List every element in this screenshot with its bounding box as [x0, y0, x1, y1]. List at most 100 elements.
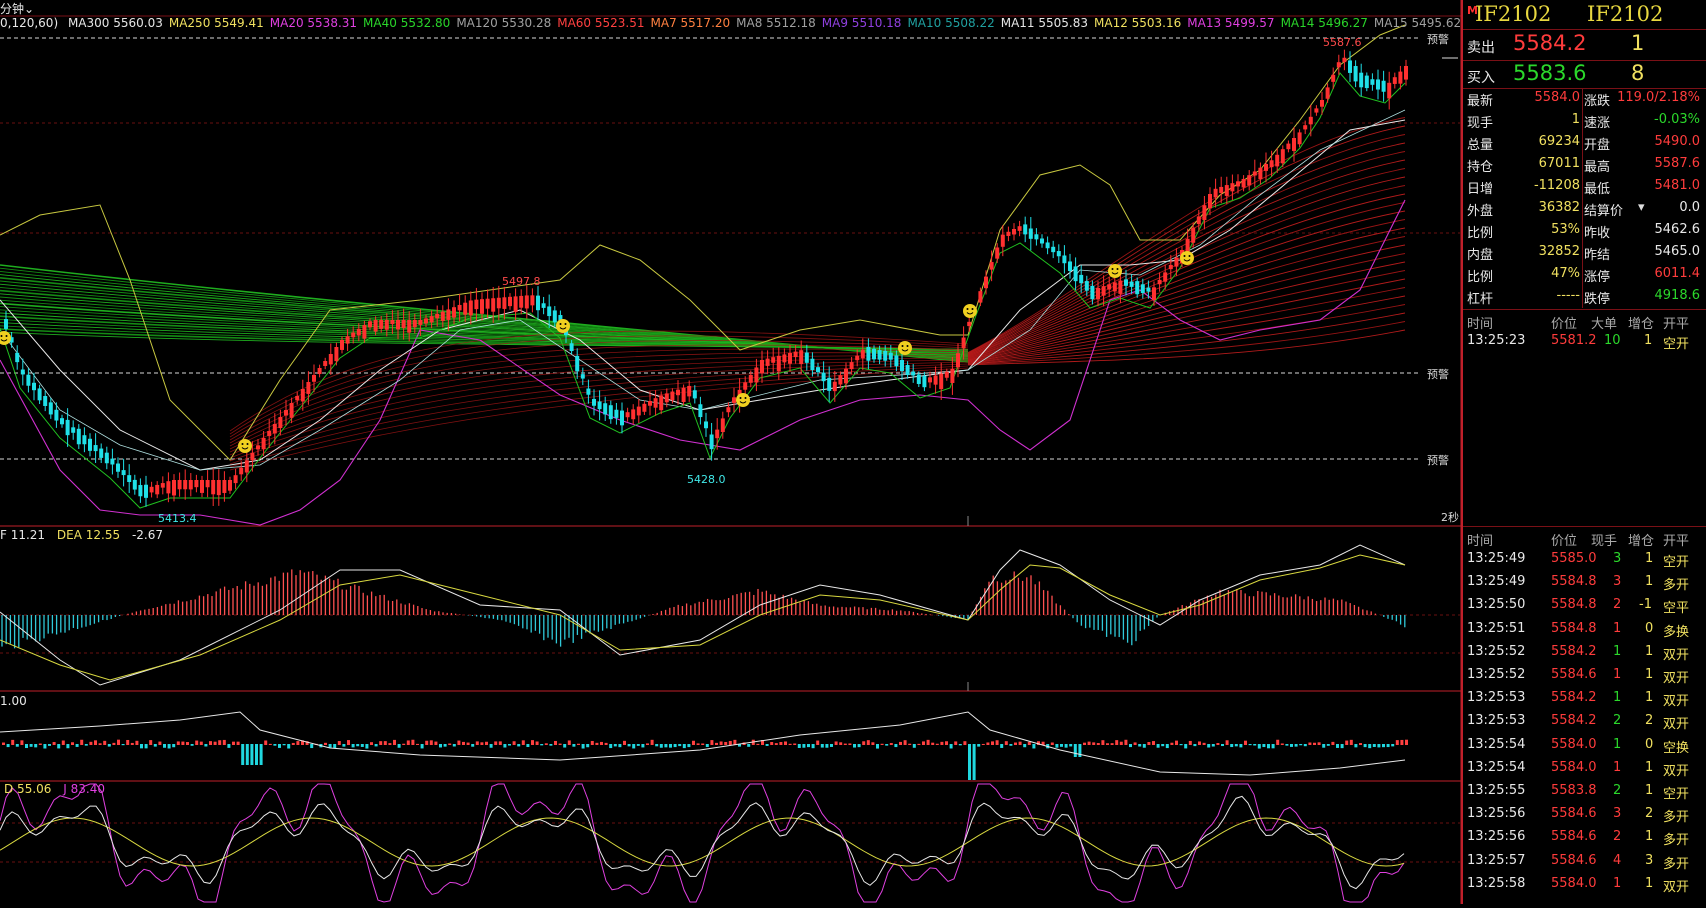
tick-time: 13:25:53 — [1467, 713, 1526, 729]
period-selector[interactable]: 分钟⌄ — [0, 0, 34, 17]
tick-hand: 3 — [1613, 551, 1622, 566]
tick-row[interactable]: 13:25:49 5585.0 3 1 空开 — [1463, 549, 1706, 570]
tick-price: 5584.2 — [1551, 643, 1597, 659]
tick-price: 5584.8 — [1551, 597, 1597, 613]
smiley-signal-icon[interactable] — [556, 319, 570, 333]
tick-type: 多开 — [1663, 578, 1690, 594]
candlesticks[interactable] — [4, 49, 1408, 507]
ma-ribbon-red — [229, 117, 1406, 471]
tick-row[interactable]: 13:25:53 5584.2 1 1 双开 — [1463, 688, 1706, 709]
tick-time: 13:25:57 — [1467, 852, 1526, 868]
tick-hand: 1 — [1613, 875, 1622, 891]
tick-row[interactable]: 13:25:58 5584.0 1 1 双开 — [1463, 874, 1706, 895]
tick-hand: 1 — [1613, 667, 1622, 682]
caret-down-icon[interactable]: ▾ — [1638, 200, 1645, 215]
tick-row[interactable]: 13:25:54 5584.0 1 1 双开 — [1463, 758, 1706, 779]
tick-hand: 2 — [1613, 783, 1622, 798]
tick-row[interactable]: 13:25:50 5584.8 2 -1 空平 — [1463, 595, 1706, 616]
ma-legend-item: MA300 5560.03 — [67, 16, 163, 30]
stat-value: 47% — [1551, 266, 1580, 281]
stat-value-2: 119.0/2.18% — [1617, 90, 1700, 105]
alert-label-3[interactable]: 预警 — [1427, 453, 1449, 467]
tick-row[interactable]: 13:25:51 5584.8 1 0 多换 — [1463, 619, 1706, 640]
tick-row[interactable]: 13:25:56 5584.6 3 2 多开 — [1463, 804, 1706, 825]
contract-code[interactable]: IF2102 — [1475, 2, 1551, 26]
tick-row[interactable]: 13:25:52 5584.6 1 1 双开 — [1463, 665, 1706, 686]
tick-type: 空平 — [1663, 601, 1690, 617]
tick-price: 5584.0 — [1551, 736, 1597, 752]
tick-row[interactable]: 13:25:56 5584.6 2 1 多开 — [1463, 827, 1706, 848]
stat-label: 总量 — [1467, 138, 1494, 153]
col-time: 时间 — [1467, 317, 1494, 332]
stat-label: 日增 — [1467, 182, 1494, 197]
tick-hand: 3 — [1613, 806, 1622, 822]
col-inc: 增仓 — [1628, 317, 1655, 332]
ma-legend-item: MA120 5530.28 — [456, 16, 552, 30]
bid-price[interactable]: 5583.6 — [1513, 61, 1586, 85]
tick-type: 多换 — [1663, 624, 1690, 640]
alert-label-1[interactable]: 预警 — [1427, 32, 1449, 46]
kdj-d-label: D 55.06 — [4, 782, 52, 796]
smiley-signal-icon[interactable] — [963, 304, 977, 318]
col-hand: 现手 — [1591, 534, 1618, 549]
tick-row[interactable]: 13:25:57 5584.6 4 3 多开 — [1463, 851, 1706, 872]
divider — [1463, 88, 1706, 89]
tick-row[interactable]: 13:25:49 5584.8 3 1 多开 — [1463, 572, 1706, 593]
smiley-signal-icon[interactable] — [238, 439, 252, 453]
tick-inc: 1 — [1645, 667, 1654, 682]
big-order-qty: 10 — [1604, 333, 1621, 348]
kline-chart-svg[interactable]: 5587.6 5497.8 5413.4 5428.0 预警 预警 预警 2秒 — [0, 0, 1462, 904]
tick-time: 13:25:56 — [1467, 806, 1526, 822]
tick-price: 5584.0 — [1551, 759, 1597, 775]
alert-lines[interactable] — [0, 37, 1420, 460]
smiley-signal-icon[interactable] — [898, 341, 912, 355]
quote-stat-row: 比例 47% 涨停 6011.4 — [1463, 266, 1706, 288]
stat-value-2: 0.0 — [1679, 200, 1700, 215]
tick-hand: 1 — [1613, 759, 1622, 775]
divider — [1463, 309, 1706, 310]
signal-smiley-icons[interactable] — [0, 251, 1194, 453]
ask-price[interactable]: 5584.2 — [1513, 31, 1586, 55]
tick-type: 双开 — [1663, 694, 1690, 710]
quote-stat-row: 现手 1 速涨 -0.03% — [1463, 112, 1706, 134]
stat-value: 5584.0 — [1534, 90, 1581, 105]
stat-value-2: 5587.6 — [1654, 156, 1701, 171]
tick-type: 双开 — [1663, 879, 1690, 895]
low-price-label-1: 5413.4 — [158, 512, 197, 525]
ma-legend-item: MA10 5508.22 — [907, 16, 995, 30]
col-time: 时间 — [1467, 534, 1494, 549]
tick-row[interactable]: 13:25:53 5584.2 2 2 双开 — [1463, 711, 1706, 732]
alert-label-2[interactable]: 预警 — [1427, 367, 1449, 381]
big-order-row[interactable]: 13:25:23 5581.2 10 1 空开 — [1463, 331, 1706, 352]
ask-row[interactable]: 卖出 5584.2 1 — [1463, 31, 1706, 61]
tick-price: 5584.2 — [1551, 713, 1597, 729]
stat-value-2: 5481.0 — [1654, 178, 1701, 193]
tick-inc: 1 — [1645, 551, 1654, 566]
tick-inc: -1 — [1639, 597, 1652, 613]
tick-row[interactable]: 13:25:55 5583.8 2 1 空开 — [1463, 781, 1706, 802]
macd-value-label: -2.67 — [131, 528, 163, 542]
stat-value: 69234 — [1538, 134, 1580, 149]
bid-row[interactable]: 买入 5583.6 8 — [1463, 61, 1706, 91]
tick-time: 13:25:51 — [1467, 620, 1526, 636]
volume-value-label: 1.00 — [0, 694, 27, 708]
stat-label: 持仓 — [1467, 160, 1494, 175]
stat-value-2: 6011.4 — [1654, 266, 1701, 281]
macd-dif-label: F 11.21 — [0, 528, 46, 542]
tick-row[interactable]: 13:25:54 5584.0 1 0 空换 — [1463, 735, 1706, 756]
stat-value: 67011 — [1538, 156, 1580, 171]
ma-legend-bar: 0,120,60) MA300 5560.03 MA250 5549.41 MA20… — [0, 16, 1467, 34]
smiley-signal-icon[interactable] — [736, 393, 750, 407]
kdj-indicator — [0, 783, 1405, 903]
ma-legend-item: MA60 5523.51 — [557, 16, 645, 30]
tick-row[interactable]: 13:25:52 5584.2 1 1 双开 — [1463, 642, 1706, 663]
tick-price: 5583.8 — [1551, 783, 1597, 798]
smiley-signal-icon[interactable] — [1180, 251, 1194, 265]
tick-time: 13:25:52 — [1467, 643, 1526, 659]
tick-hand: 4 — [1613, 852, 1622, 868]
quote-stat-row: 比例 53% 昨收 5462.6 — [1463, 222, 1706, 244]
tick-time: 13:25:54 — [1467, 736, 1526, 752]
smiley-signal-icon[interactable] — [1108, 264, 1122, 278]
kline-chart-area[interactable]: 5587.6 5497.8 5413.4 5428.0 预警 预警 预警 2秒 … — [0, 0, 1462, 904]
stat-value: 53% — [1551, 222, 1580, 237]
